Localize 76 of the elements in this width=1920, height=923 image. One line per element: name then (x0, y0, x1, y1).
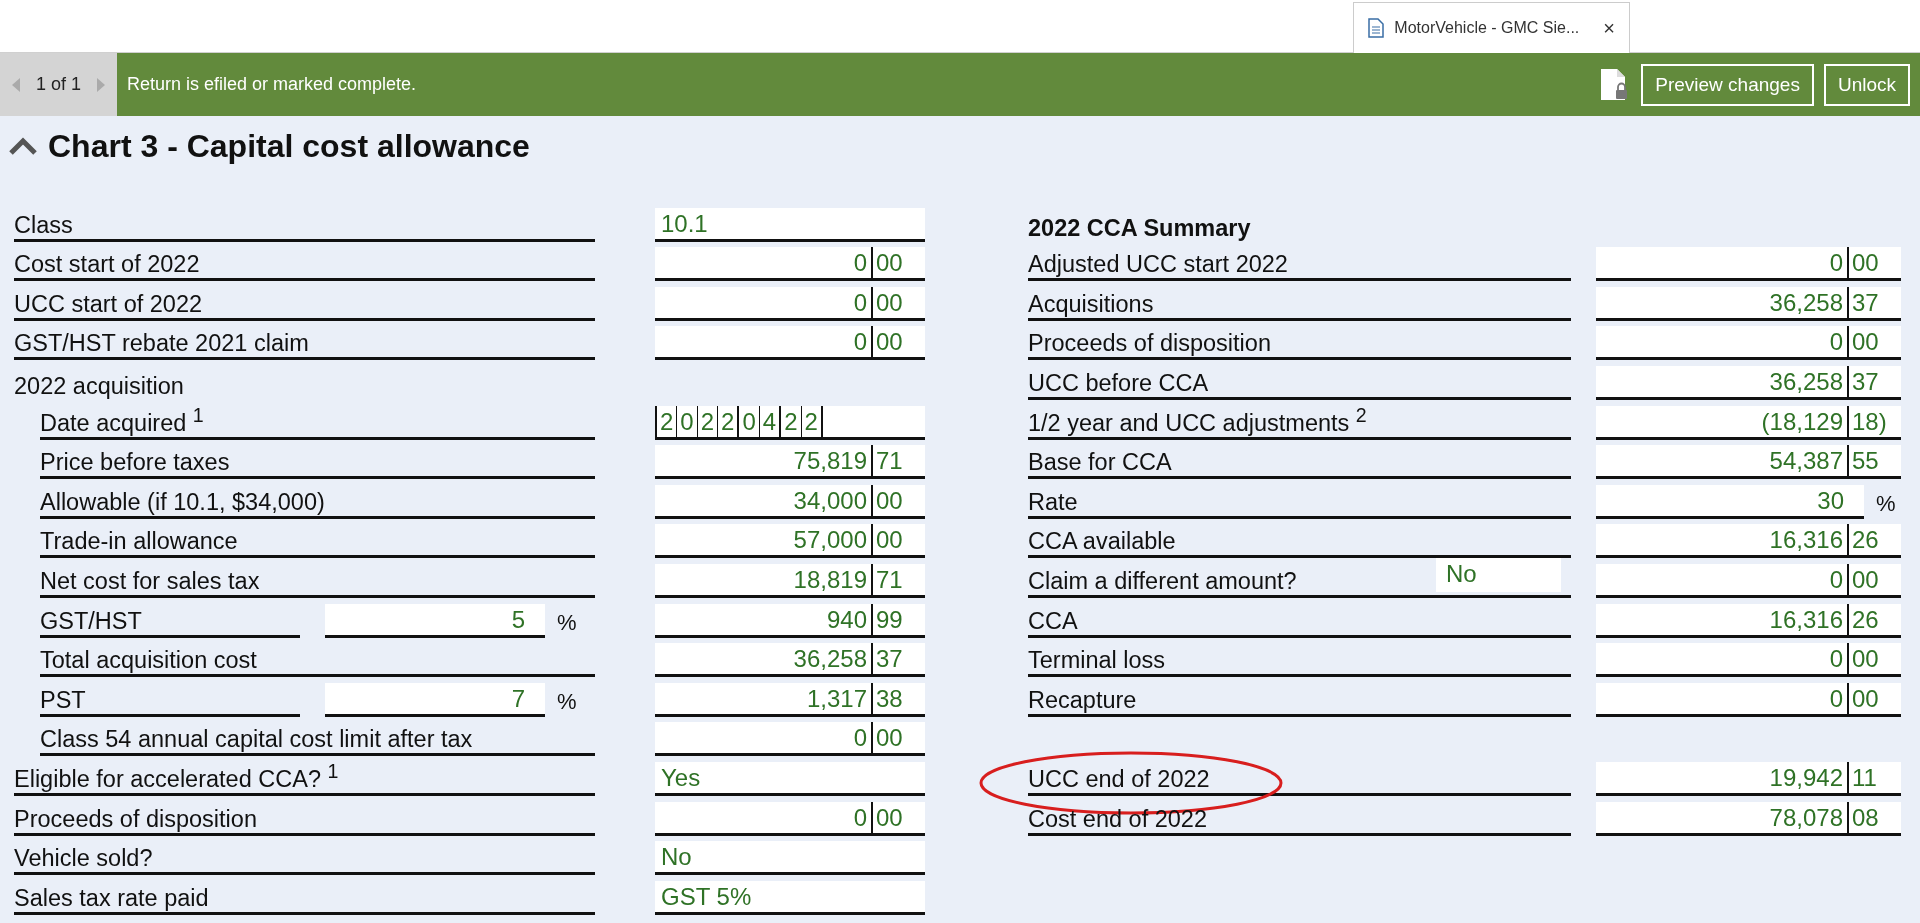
field-label: 1/2 year and UCC adjustments $^{2}$ (1028, 400, 1571, 440)
field-label: Recapture (1028, 685, 1571, 717)
amount-field[interactable]: 16,316 26 (1596, 603, 1901, 638)
field-label: Date acquired $^{1}$ (40, 400, 595, 440)
field-label: GST/HST (40, 606, 300, 638)
text-field[interactable]: No (655, 841, 925, 876)
section-label: 2022 acquisition (14, 371, 185, 400)
field-label: Vehicle sold? (14, 844, 595, 876)
toolbar-button[interactable]: Preview changes (1641, 63, 1814, 106)
amount-field[interactable]: 0 00 (1596, 682, 1901, 717)
field-label: UCC start of 2022 (14, 289, 595, 321)
field-label: Net cost for sales tax (40, 566, 595, 598)
field-label: Acquisitions (1028, 289, 1571, 321)
amount-field[interactable]: 0 00 (1596, 326, 1901, 361)
field-label: CCA (1028, 606, 1571, 638)
percent-sign: % (557, 608, 577, 637)
field-label: Terminal loss (1028, 646, 1571, 678)
rate-field[interactable]: 30 (1596, 484, 1864, 519)
field-label: Class (14, 210, 595, 242)
field-label: PST (40, 685, 300, 717)
field-label: Rate (1028, 487, 1571, 519)
field-label: Price before taxes (40, 448, 595, 480)
field-label: Proceeds of disposition (14, 804, 595, 836)
field-label: Base for CCA (1028, 448, 1571, 480)
amount-field[interactable]: 1,317 38 (655, 682, 925, 717)
amount-field[interactable]: 54,387 55 (1596, 445, 1901, 480)
text-field[interactable]: Yes (655, 761, 925, 796)
locked-document-icon[interactable] (1599, 67, 1630, 102)
text-field[interactable]: 10.1 (655, 207, 925, 242)
field-label: Cost start of 2022 (14, 250, 595, 282)
percent-sign: % (557, 687, 577, 716)
field-label: Proceeds of disposition (1028, 329, 1571, 361)
text-field[interactable]: GST 5% (655, 880, 925, 915)
amount-field[interactable]: 0 00 (1596, 643, 1901, 678)
amount-field[interactable]: (18,129 18) (1596, 405, 1901, 440)
close-icon[interactable]: × (1603, 16, 1615, 40)
field-label: Eligible for accelerated CCA? $^{1}$ (14, 757, 595, 796)
percent-field[interactable]: 7 (325, 682, 545, 717)
field-label: Sales tax rate paid (14, 883, 595, 915)
amount-field[interactable]: 36,258 37 (655, 643, 925, 678)
percent-sign: % (1876, 489, 1896, 518)
collapse-icon[interactable] (8, 136, 38, 156)
field-label: UCC before CCA (1028, 368, 1571, 400)
field-label: Class 54 annual capital cost limit after tax (40, 725, 595, 757)
amount-field[interactable]: 0 00 (655, 286, 925, 321)
amount-field[interactable]: 0 00 (655, 722, 925, 757)
field-label: Allowable (if 10.1, $34,000) (40, 487, 595, 519)
amount-field[interactable]: 34,000 00 (655, 484, 925, 519)
amount-field[interactable]: 0 00 (655, 247, 925, 282)
field-label: Trade-in allowance (40, 527, 595, 559)
field-label: GST/HST rebate 2021 claim (14, 329, 595, 361)
amount-field[interactable]: 16,316 26 (1596, 524, 1901, 559)
document-icon (1368, 18, 1385, 38)
amount-field[interactable]: 57,000 00 (655, 524, 925, 559)
amount-field[interactable]: 18,819 71 (655, 563, 925, 598)
amount-field[interactable]: 0 00 (655, 801, 925, 836)
form-title: Chart 3 - Capital cost allowance (48, 127, 530, 165)
amount-field[interactable]: 36,258 37 (1596, 286, 1901, 321)
field-label: Total acquisition cost (40, 646, 595, 678)
percent-field[interactable]: 5 (325, 603, 545, 638)
amount-field[interactable]: 0 00 (1596, 564, 1901, 599)
amount-field[interactable]: 0 00 (1596, 247, 1901, 282)
field-label: Claim a different amount? (1028, 567, 1298, 596)
field-label: Adjusted UCC start 2022 (1028, 250, 1571, 282)
toolbar-button[interactable]: Unlock (1823, 63, 1910, 106)
amount-field[interactable]: 36,258 37 (1596, 365, 1901, 400)
amount-field[interactable]: 0 00 (655, 326, 925, 361)
amount-field[interactable]: 19,942 11 (1596, 761, 1901, 796)
amount-field[interactable]: 75,819 71 (655, 445, 925, 480)
field-label: UCC end of 2022 (1028, 764, 1571, 796)
summary-title: 2022 CCA Summary (1028, 213, 1252, 242)
status-message: Return is efiled or marked complete. (127, 74, 418, 95)
choice-field[interactable]: No (1436, 558, 1561, 593)
amount-field[interactable]: 940 99 (655, 603, 925, 638)
amount-field[interactable]: 78,078 08 (1596, 801, 1901, 836)
document-tab[interactable]: MotorVehicle - GMC Sie... × (1353, 2, 1630, 53)
